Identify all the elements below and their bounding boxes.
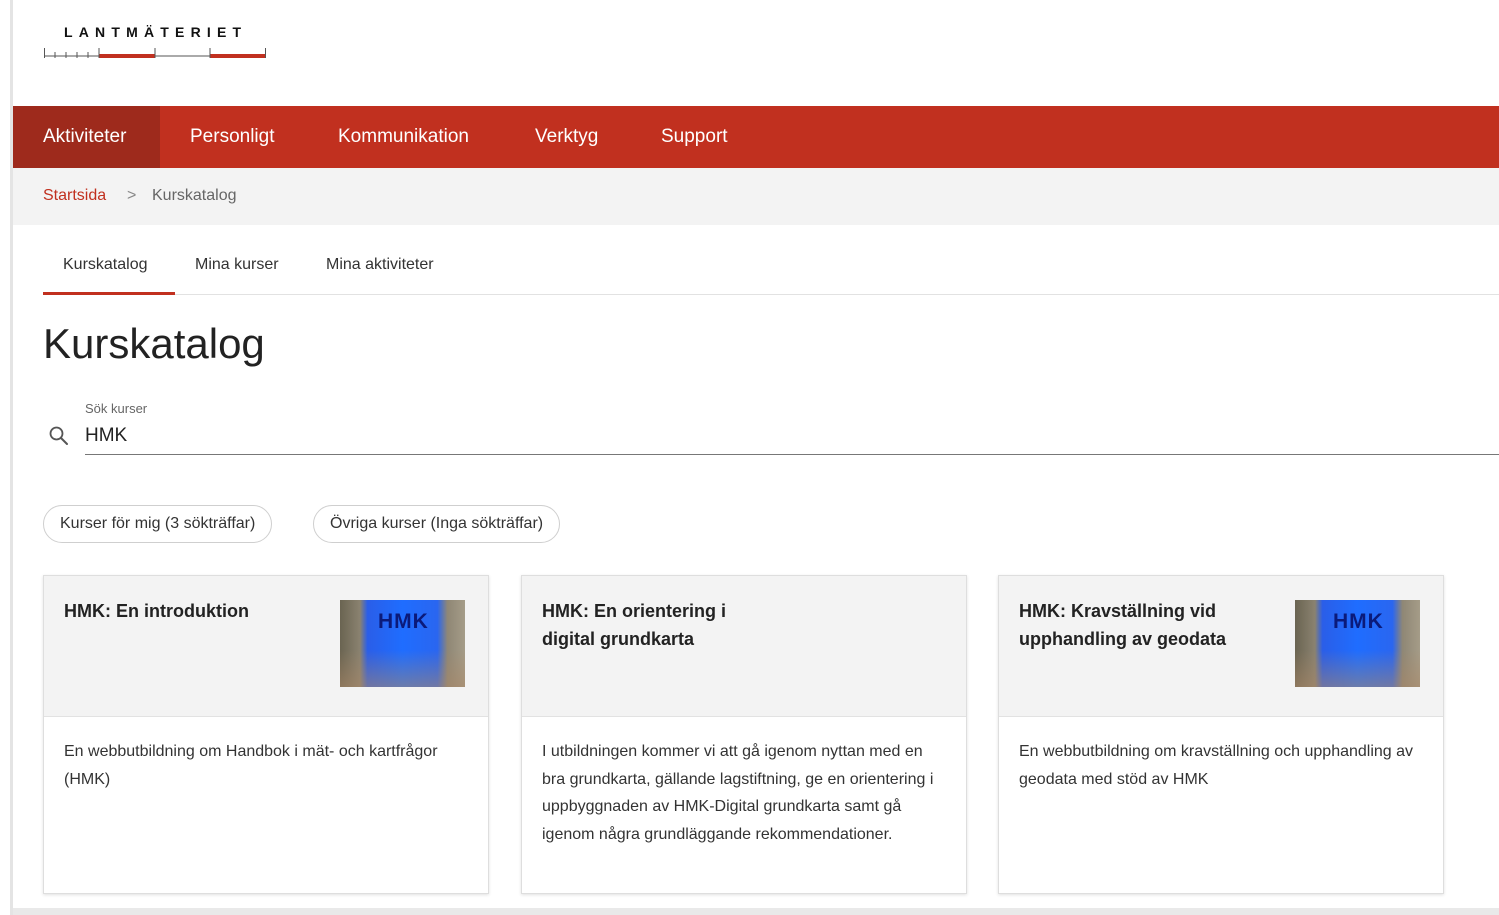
nav-item-aktiviteter[interactable]: Aktiviteter (13, 106, 160, 168)
main-nav: Aktiviteter Personligt Kommunikation Ver… (13, 106, 1499, 168)
thumbnail-hand (1295, 650, 1420, 687)
course-description: En webbutbildning om kravställning och u… (1019, 743, 1414, 788)
tabs-divider (43, 294, 1499, 295)
breadcrumb-current: Kurskatalog (152, 187, 237, 204)
thumbnail-hand (340, 650, 465, 687)
course-card[interactable]: HMK: En orientering i digital grundkarta… (521, 575, 967, 894)
nav-item-personligt[interactable]: Personligt (160, 106, 305, 168)
nav-item-support[interactable]: Support (631, 106, 758, 168)
active-tab-indicator (43, 292, 175, 295)
breadcrumb-home-link[interactable]: Startsida (43, 187, 106, 205)
course-thumbnail: HMK (340, 600, 465, 687)
logo-text: LANTMÄTERIET (64, 24, 248, 40)
course-description: En webbutbildning om Handbok i mät- och … (64, 743, 438, 788)
lantmateriet-logo[interactable]: LANTMÄTERIET (44, 24, 266, 60)
course-title: HMK: En introduktion (64, 601, 249, 621)
course-title: HMK: Kravställning vid upphandling av ge… (1019, 601, 1227, 649)
course-title: HMK: En orientering i digital grundkarta (542, 601, 726, 649)
breadcrumb-separator: > (127, 187, 137, 204)
course-card-header: HMK: Kravställning vid upphandling av ge… (999, 576, 1443, 717)
course-card-header: HMK: En introduktion HMK (44, 576, 488, 717)
filter-chip-ovriga-kurser[interactable]: Övriga kurser (Inga sökträffar) (313, 505, 561, 543)
thumbnail-text: HMK (378, 610, 429, 633)
course-card[interactable]: HMK: En introduktion HMK En webbutbildni… (43, 575, 489, 894)
tab-mina-aktiviteter[interactable]: Mina aktiviteter (326, 256, 434, 274)
bottom-border (13, 908, 1499, 915)
breadcrumb: Startsida > Kurskatalog (13, 168, 1499, 225)
filter-chip-kurser-for-mig[interactable]: Kurser för mig (3 sökträffar) (43, 505, 273, 543)
tab-kurskatalog[interactable]: Kurskatalog (63, 256, 148, 274)
course-card-header: HMK: En orientering i digital grundkarta (522, 576, 966, 717)
nav-item-verktyg[interactable]: Verktyg (505, 106, 628, 168)
logo-ruler-icon (44, 48, 266, 58)
search-icon[interactable] (47, 424, 71, 448)
course-card[interactable]: HMK: Kravställning vid upphandling av ge… (998, 575, 1444, 894)
thumbnail-text: HMK (1333, 610, 1384, 633)
page-title: Kurskatalog (43, 320, 265, 367)
tab-mina-kurser[interactable]: Mina kurser (195, 256, 279, 274)
search-input[interactable] (85, 421, 1499, 451)
nav-item-kommunikation[interactable]: Kommunikation (308, 106, 499, 168)
search-label: Sök kurser (85, 401, 148, 416)
course-description: I utbildningen kommer vi att gå igenom n… (542, 743, 934, 843)
course-thumbnail: HMK (1295, 600, 1420, 687)
search-underline (85, 454, 1499, 455)
